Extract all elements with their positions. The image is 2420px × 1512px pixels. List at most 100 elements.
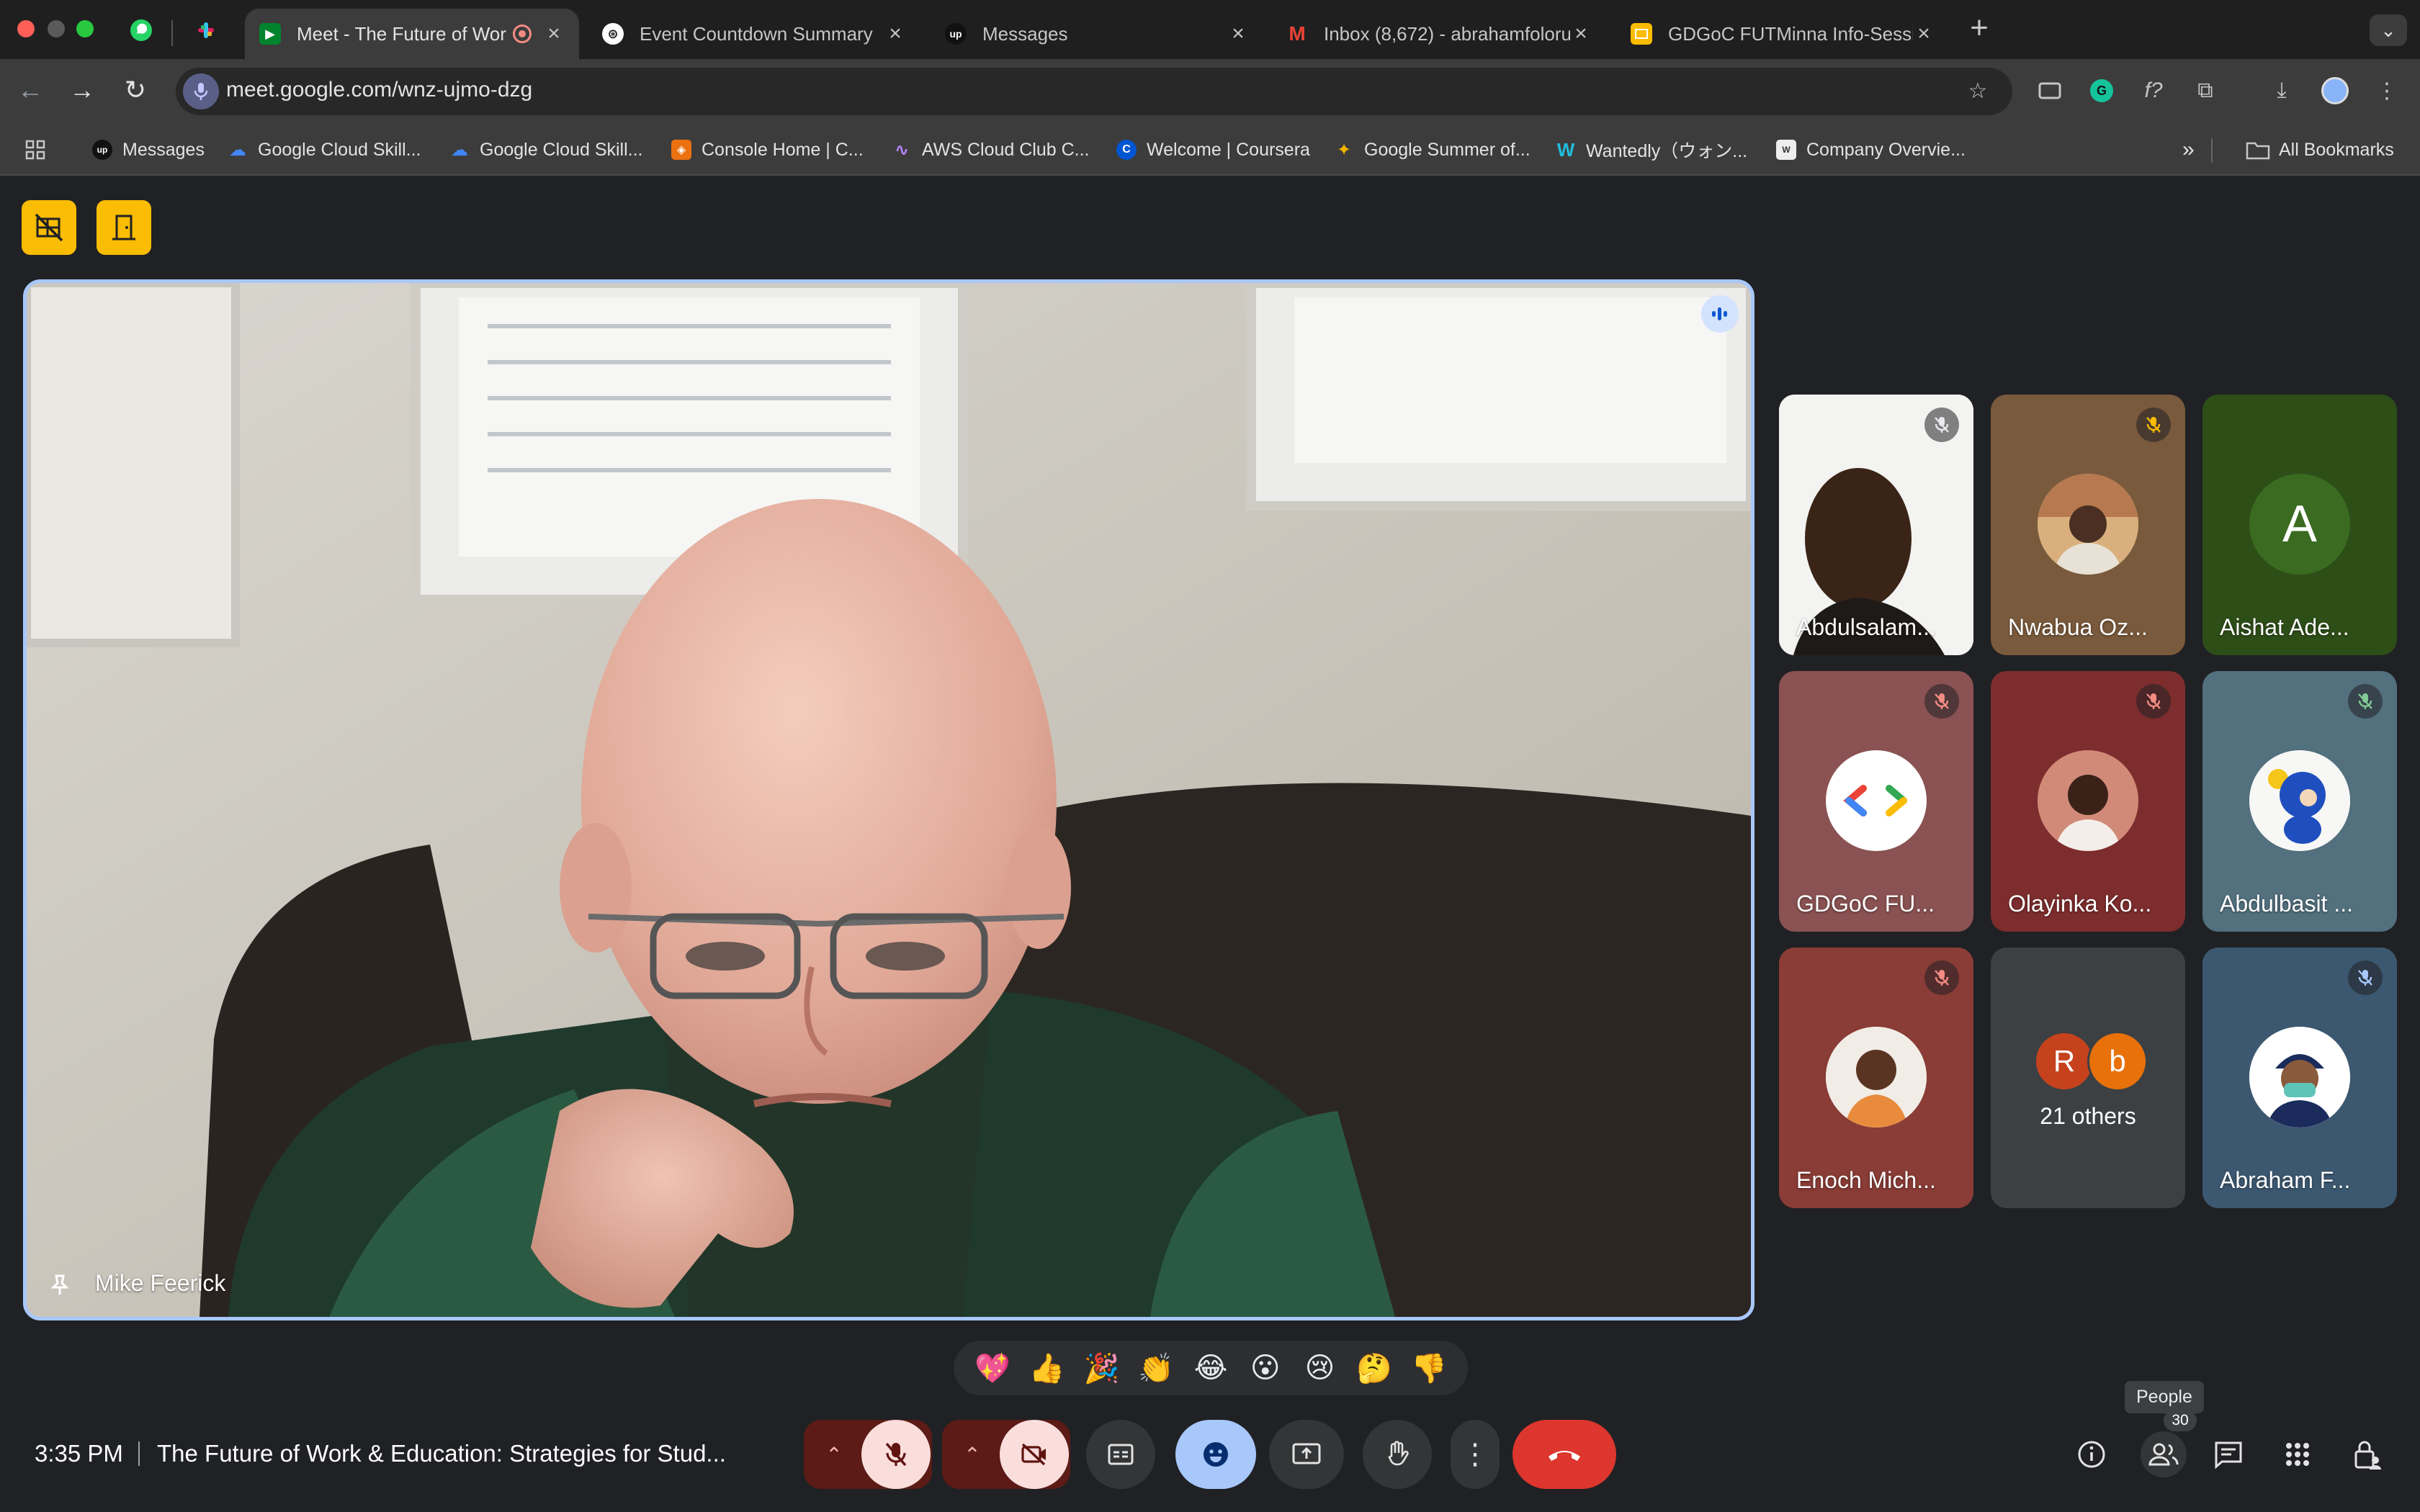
close-tab-icon[interactable]: × — [543, 22, 565, 46]
microphone-permission-icon[interactable] — [183, 73, 219, 109]
formula-extension-icon[interactable]: f? — [2138, 75, 2169, 107]
pinned-tab-slack[interactable] — [190, 14, 222, 46]
participant-tile[interactable]: A Aishat Ade... — [2202, 395, 2397, 655]
present-screen-button[interactable] — [1269, 1420, 1344, 1489]
gdg-logo-avatar — [1826, 750, 1927, 851]
main-speaker-video[interactable] — [23, 279, 1754, 1320]
participant-avatar: A — [2249, 474, 2350, 575]
host-controls-lock-button[interactable] — [2347, 1434, 2387, 1475]
bookmark-company-overview[interactable]: W Company Overvie... — [1776, 137, 1966, 163]
reaction-clapping[interactable]: 👏 — [1133, 1351, 1179, 1385]
reaction-surprised[interactable]: 😮 — [1242, 1351, 1289, 1385]
minimize-window-button[interactable] — [48, 20, 65, 37]
participant-tile[interactable]: Olayinka Ko... — [1991, 671, 2185, 932]
chat-icon — [2215, 1441, 2242, 1469]
browser-menu-icon[interactable]: ⋮ — [2371, 75, 2403, 107]
download-icon[interactable]: ⤓ — [2266, 75, 2298, 107]
pinned-tab-whatsapp[interactable] — [125, 14, 157, 46]
bookmark-wantedly[interactable]: W Wantedly（ウォン... — [1556, 137, 1747, 163]
chatgpt-icon: ⊛ — [602, 23, 624, 45]
close-tab-icon[interactable]: × — [884, 22, 906, 46]
participant-tile[interactable]: Nwabua Oz... — [1991, 395, 2185, 655]
participant-avatar — [2249, 1027, 2350, 1128]
bookmark-star-icon[interactable]: ☆ — [1962, 75, 1994, 107]
bookmark-label: Wantedly（ウォン... — [1586, 141, 1748, 161]
participant-tile[interactable]: GDGoC FU... — [1779, 671, 1973, 932]
bookmark-google-summer-of-code[interactable]: ✦ Google Summer of... — [1334, 137, 1531, 163]
tab-meet[interactable]: ▶ Meet - The Future of Work × — [245, 9, 579, 59]
folder-icon — [2246, 142, 2270, 160]
people-button[interactable] — [2141, 1431, 2187, 1477]
back-button[interactable]: ← — [14, 75, 46, 105]
grammarly-extension-icon[interactable]: G — [2086, 75, 2118, 107]
meeting-details-button[interactable] — [2071, 1434, 2112, 1475]
extensions-puzzle-icon[interactable]: ⧉ — [2190, 75, 2221, 107]
participant-name: Abdulsalam... — [1796, 614, 1936, 640]
more-options-button[interactable]: ⋮ — [1451, 1420, 1500, 1489]
bookmark-google-cloud-skills-1[interactable]: ☁ Google Cloud Skill... — [228, 137, 421, 163]
participant-name: Abdulbasit ... — [2220, 891, 2353, 917]
pin-icon[interactable] — [48, 1273, 72, 1301]
bookmark-aws-cloud-club[interactable]: ∿ AWS Cloud Club C... — [892, 137, 1090, 163]
bookmark-divider — [2211, 138, 2213, 163]
participant-name: GDGoC FU... — [1796, 891, 1935, 917]
bookmark-label: Console Home | C... — [702, 139, 864, 160]
participant-tile[interactable]: Abdulbasit ... — [2202, 671, 2397, 932]
reaction-thinking[interactable]: 🤔 — [1351, 1351, 1397, 1385]
video-options-chevron-icon[interactable]: ⌃ — [942, 1420, 1003, 1489]
chat-button[interactable] — [2208, 1434, 2249, 1475]
bookmark-messages[interactable]: up Messages — [92, 137, 205, 163]
reaction-thumbs-down[interactable]: 👎 — [1406, 1351, 1452, 1385]
others-tile[interactable]: R b 21 others — [1991, 948, 2185, 1208]
bookmark-label: Google Cloud Skill... — [258, 139, 421, 160]
audio-options-chevron-icon[interactable]: ⌃ — [804, 1420, 864, 1489]
tab-search-button[interactable]: ⌄ — [2370, 14, 2407, 46]
people-tooltip: People — [2125, 1381, 2204, 1413]
activities-button[interactable] — [2277, 1434, 2318, 1475]
emoji-reactions-button[interactable] — [1175, 1420, 1256, 1489]
bookmark-label: Company Overvie... — [1806, 139, 1966, 160]
profile-avatar[interactable] — [2319, 75, 2351, 107]
tab-messages[interactable]: up Messages × — [931, 9, 1263, 59]
reaction-thumbs-up[interactable]: 👍 — [1024, 1351, 1070, 1385]
participant-avatar — [2249, 750, 2350, 851]
leave-call-button[interactable] — [1512, 1420, 1616, 1489]
close-tab-icon[interactable]: × — [1913, 22, 1935, 46]
apps-grid-icon[interactable] — [24, 137, 46, 163]
leave-room-button[interactable] — [97, 200, 151, 255]
document-icon: W — [1776, 140, 1796, 160]
captions-button[interactable] — [1086, 1420, 1155, 1489]
bookmark-console-home[interactable]: ◈ Console Home | C... — [671, 137, 864, 163]
camera-toggle-button[interactable] — [1000, 1420, 1069, 1489]
reload-button[interactable]: ↻ — [120, 75, 151, 105]
close-tab-icon[interactable]: × — [1227, 22, 1249, 46]
all-bookmarks-folder[interactable]: All Bookmarks — [2246, 137, 2394, 163]
tab-title: Inbox (8,672) - abrahamfolorunsho — [1324, 22, 1570, 45]
tab-gdgoc-info-session[interactable]: GDGoC FUTMinna Info-Session × — [1616, 9, 1949, 59]
reaction-sparkling-heart[interactable]: 💖 — [969, 1351, 1016, 1385]
participant-name: Abraham F... — [2220, 1167, 2351, 1193]
speaking-indicator-icon — [1701, 295, 1739, 333]
raise-hand-button[interactable] — [1363, 1420, 1432, 1489]
participant-tile[interactable]: Enoch Mich... — [1779, 948, 1973, 1208]
zoom-window-button[interactable] — [76, 20, 94, 37]
bookmark-coursera[interactable]: C Welcome | Coursera — [1116, 137, 1310, 163]
door-icon — [112, 215, 135, 240]
new-tab-button[interactable]: + — [1965, 10, 1994, 46]
bookmark-google-cloud-skills-2[interactable]: ☁ Google Cloud Skill... — [449, 137, 643, 163]
close-window-button[interactable] — [17, 20, 35, 37]
close-tab-icon[interactable]: × — [1570, 22, 1592, 46]
microphone-toggle-button[interactable] — [861, 1420, 931, 1489]
more-bookmarks-chevron-icon[interactable]: » — [2182, 137, 2195, 163]
reaction-laughing[interactable]: 😂 — [1188, 1351, 1234, 1385]
host-controls-button[interactable] — [22, 200, 76, 255]
tab-gmail[interactable]: M Inbox (8,672) - abrahamfolorunsho × — [1272, 9, 1606, 59]
reaction-party-popper[interactable]: 🎉 — [1078, 1351, 1124, 1385]
participant-tile[interactable]: Abdulsalam... — [1779, 395, 1973, 655]
reactions-bar: 💖 👍 🎉 👏 😂 😮 😢 🤔 👎 — [954, 1341, 1468, 1395]
participant-tile[interactable]: Abraham F... — [2202, 948, 2397, 1208]
reaction-crying[interactable]: 😢 — [1296, 1351, 1343, 1385]
cast-icon[interactable] — [2034, 75, 2066, 107]
forward-button[interactable]: → — [66, 75, 98, 105]
tab-event-countdown[interactable]: ⊛ Event Countdown Summary × — [588, 9, 920, 59]
